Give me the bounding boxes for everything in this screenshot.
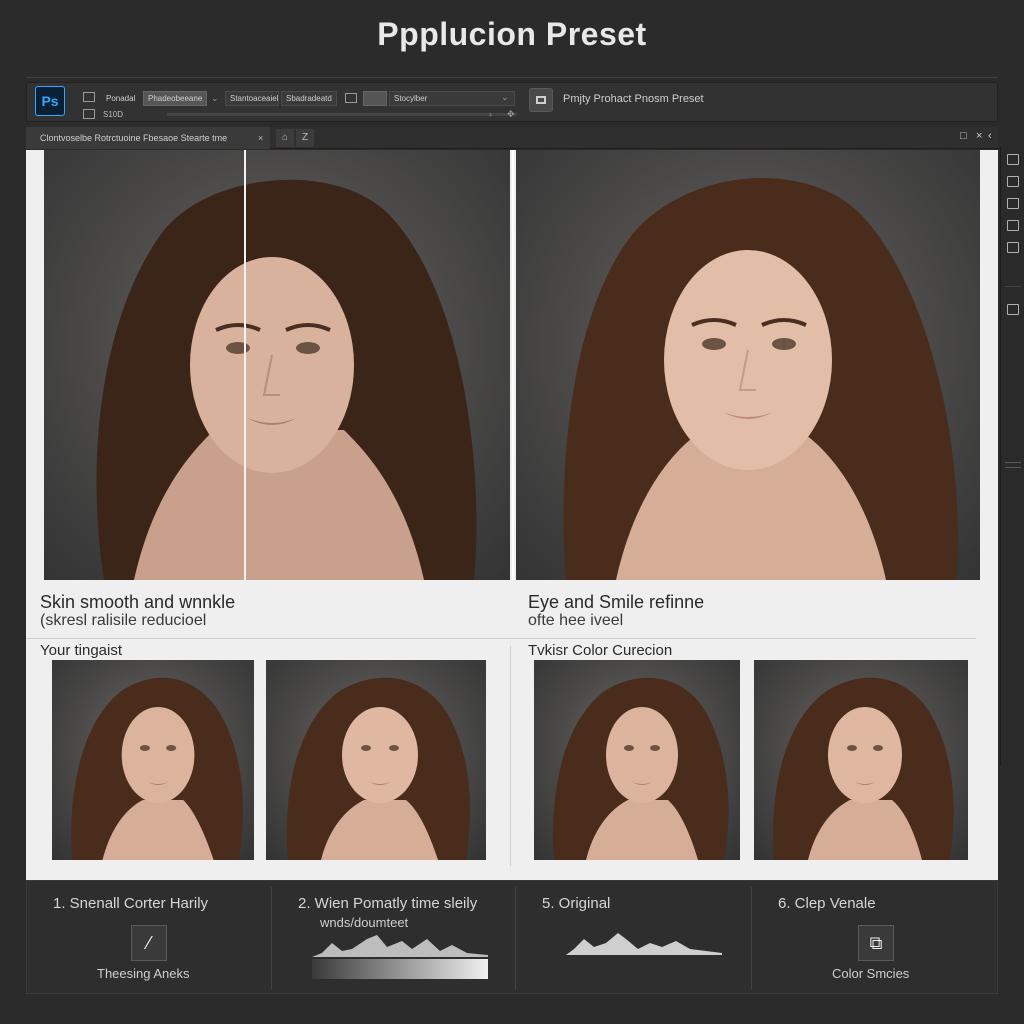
section-subtitle-skin: (skresl ralisile reducioel: [40, 612, 207, 629]
step-card-2[interactable]: 2. Wien Pomatly time sleily wnds/doumtee…: [272, 881, 516, 995]
section-subtitle-eye: ofte hee iveel: [528, 612, 624, 629]
move-icon[interactable]: ✥: [507, 109, 515, 120]
step-card-3[interactable]: 5. Original: [516, 881, 752, 995]
image-panel-icon[interactable]: [1007, 220, 1019, 231]
step-title-2: 2. Wien Pomatly time sleily: [298, 895, 478, 912]
brush-icon[interactable]: ⁄: [131, 925, 167, 961]
section-title-skin: Skin smooth and wnnkle: [40, 592, 236, 612]
step-card-4[interactable]: 6. Clep Venale ⧉ Color Smcies: [752, 881, 998, 995]
thumbnail-4[interactable]: [754, 660, 968, 860]
options-slider-track[interactable]: [167, 113, 517, 116]
step-subtitle-2: wnds/doumteet: [320, 915, 409, 930]
zoom-tool-icon[interactable]: Z: [296, 129, 314, 147]
preset-button[interactable]: [529, 88, 553, 112]
hand-tool-icon[interactable]: ⌂: [276, 129, 294, 147]
document-tab-bar: Clontvoselbe Rotrctuoine Fbesaoe Stearte…: [26, 127, 998, 149]
options-field-brush[interactable]: Sbadradeatd: [281, 91, 337, 106]
layer-icon[interactable]: [345, 93, 357, 103]
step-caption-4: Color Smcies: [832, 966, 910, 981]
scroll-handle[interactable]: [1005, 462, 1021, 468]
options-field-preset[interactable]: Phadeobeeane: [143, 91, 207, 106]
options-bar: Ps Ponadal Phadeobeeane ⌄ Stantoaceaiel …: [26, 82, 998, 122]
options-field-strength[interactable]: Stantoaceaiel: [225, 91, 279, 106]
portrait-after: [516, 150, 980, 580]
canvas-vertical-divider: [512, 150, 514, 580]
adjustments-panel-icon[interactable]: [1007, 176, 1019, 187]
preset-label: Pmjty Prohact Pnosm Preset: [563, 93, 704, 105]
options-field-style[interactable]: Stocylber: [389, 91, 515, 106]
page-title: Ppplucion Preset: [377, 16, 647, 52]
layers-panel-icon[interactable]: [1007, 154, 1019, 165]
chevron-down-icon[interactable]: ⌄: [211, 93, 219, 104]
thumbnail-2[interactable]: [266, 660, 486, 860]
color-swatch-icon[interactable]: ⧉: [858, 925, 894, 961]
tab-close-icon[interactable]: ×: [258, 127, 263, 149]
before-after-split-line[interactable]: [244, 150, 246, 580]
histogram-graph: [312, 935, 488, 957]
thumbnail-1[interactable]: [52, 660, 254, 860]
step-title-3: 5. Original: [542, 895, 611, 912]
section-title-eye: Eye and Smile refinne: [528, 592, 705, 612]
options-small-value: S10D: [103, 110, 124, 119]
options-field-swatch[interactable]: [363, 91, 387, 106]
step-caption-1: Theesing Aneks: [97, 966, 190, 981]
histogram-graph: [566, 933, 722, 955]
chevron-right-icon[interactable]: ›: [489, 109, 492, 119]
step-card-1[interactable]: 1. Snenall Corter Harily ⁄ Theesing Anek…: [27, 881, 271, 995]
step-title-4: 6. Clep Venale: [778, 895, 876, 912]
thumbnail-divider: [510, 646, 511, 866]
thumbnail-3[interactable]: [534, 660, 740, 860]
restore-window-icon[interactable]: □: [960, 130, 967, 142]
history-panel-icon[interactable]: [1007, 242, 1019, 253]
gradient-slider[interactable]: [312, 959, 488, 979]
title-divider: [26, 77, 998, 78]
document-canvas: Skin smooth and wnnkle (skresl ralisile …: [26, 150, 998, 880]
steps-panel: 1. Snenall Corter Harily ⁄ Theesing Anek…: [26, 880, 998, 994]
move-tool-icon[interactable]: [83, 92, 95, 102]
brush-panel-icon[interactable]: [1007, 304, 1019, 315]
document-tab[interactable]: Clontvoselbe Rotrctuoine Fbesaoe Stearte…: [26, 127, 270, 149]
properties-panel-icon[interactable]: [1007, 198, 1019, 209]
section-divider: [26, 638, 976, 639]
photoshop-logo-icon: Ps: [35, 86, 65, 116]
transform-tool-icon[interactable]: [83, 109, 95, 119]
collapse-panel-icon[interactable]: ‹: [988, 130, 992, 142]
portrait-before-after: [44, 150, 510, 580]
right-tool-strip: [1000, 146, 1024, 766]
chevron-down-icon[interactable]: ⌄: [501, 92, 509, 103]
options-field-mode[interactable]: Ponadal: [101, 91, 140, 106]
group-label-left: Your tingaist: [40, 642, 123, 659]
group-label-right: Tvkisr Color Curecion: [528, 642, 673, 659]
strip-divider: [1005, 286, 1021, 287]
close-window-icon[interactable]: ×: [976, 130, 982, 142]
step-title-1: 1. Snenall Corter Harily: [53, 895, 209, 912]
